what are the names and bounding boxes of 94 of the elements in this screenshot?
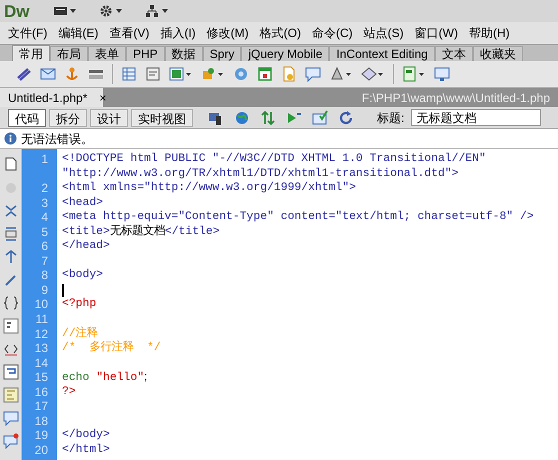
menu-item[interactable]: 文件(F) [8,24,48,42]
settings-icon[interactable] [100,5,122,17]
layout-menu-icon[interactable] [54,6,76,16]
expand-icon[interactable] [2,249,18,265]
insert-tab[interactable]: 表单 [88,46,126,61]
code-line: <html xmlns="http://www.w3.org/1999/xhtml"> [62,181,356,196]
info-icon [4,132,17,145]
menu-item[interactable]: 插入(I) [160,24,196,42]
line-number: 8 [41,268,48,282]
code-line: </body> [62,428,110,443]
speech-bubble-alert-icon[interactable] [2,433,18,449]
code-line: /* 多行注释 */ [62,341,161,356]
code-line: "http://www.w3.org/TR/xhtml1/DTD/xhtml1-transitional.dtd"> [62,166,458,182]
line-number: 17 [34,399,48,414]
title-label: 标题: [377,110,404,126]
line-number: 14 [34,356,48,370]
menu-item[interactable]: 格式(O) [260,24,301,42]
status-message: 无语法错误。 [21,130,93,148]
table-icon[interactable] [121,66,137,82]
view-button[interactable]: 代码 [8,108,46,126]
image-icon[interactable] [169,66,193,82]
insert-tab[interactable]: Spry [202,46,242,61]
code-line: ?> [62,384,76,400]
code-line: <head> [62,196,104,210]
code-line: <?php [62,297,96,312]
menu-item[interactable]: 查看(V) [109,24,150,42]
insert-tab[interactable]: PHP [126,46,165,61]
line-number: 15 [34,370,48,384]
file-path: F:\PHP1\wamp\www\Untitled-1.php [362,90,550,106]
checklist-icon[interactable] [312,110,328,126]
screen-icon[interactable] [434,66,450,82]
hyperlink-icon[interactable] [16,66,32,82]
line-number: 6 [41,239,48,254]
line-number: 4 [41,210,48,224]
view-button[interactable]: 实时视图 [131,108,193,126]
menu-item[interactable]: 窗口(W) [414,24,458,42]
speech-bubble-icon[interactable] [2,410,18,426]
insert-tab[interactable]: InContext Editing [329,46,435,61]
line-number: 9 [41,282,48,297]
code-line: <meta http-equiv="Content-Type" content="text/html; charset=utf-8" /> [62,210,534,224]
insert-tab[interactable]: 布局 [50,46,88,61]
insert-tab[interactable]: 数据 [164,46,203,61]
collapse-selection-icon[interactable] [2,226,18,242]
code-line: //注释 [62,326,98,340]
insert-tab[interactable]: 收藏夹 [472,46,523,61]
title-field[interactable]: 无标题文档 [411,109,542,126]
calendar-icon[interactable] [257,66,273,82]
transfer-arrows-icon[interactable] [260,110,276,126]
menu-item[interactable]: 帮助(H) [468,24,510,42]
insert-tab[interactable]: 文本 [434,46,473,61]
document-title: Untitled-1.php* [8,90,88,106]
line-number: 3 [41,196,48,210]
format-icon[interactable] [2,387,18,403]
view-button[interactable]: 设计 [90,108,128,126]
comment-icon[interactable] [2,318,18,334]
menu-item[interactable]: 修改(M) [206,24,249,42]
braces-icon[interactable] [2,295,18,311]
code-line: </html> [62,442,110,458]
globe-icon[interactable] [234,110,250,126]
media-icon[interactable] [201,66,225,82]
app-logo: Dw [4,2,30,20]
site-tree-icon[interactable] [146,5,168,17]
line-number: 20 [34,442,48,457]
line-number: 18 [34,414,48,428]
line-number: 12 [34,326,48,341]
speech-bubble-icon[interactable] [305,66,321,82]
line-number: 10 [34,297,48,312]
view-button[interactable]: 拆分 [49,108,87,126]
code-line: <title>无标题文档</title> [62,224,220,240]
insert-tab[interactable]: 常用 [12,45,50,61]
menu-item[interactable]: 站点(S) [364,24,404,42]
anchor-icon[interactable] [64,66,80,82]
code-line: <body> [62,268,104,283]
line-number: 1 [41,152,48,166]
refresh-icon[interactable] [338,110,354,126]
line-number: 11 [36,312,48,326]
email-icon[interactable] [40,66,56,82]
menu-item[interactable]: 命令(C) [312,24,353,42]
line-number: 19 [34,428,48,442]
wrap-icon[interactable] [2,364,18,380]
insert-tab[interactable]: jQuery Mobile [241,46,330,61]
document-icon[interactable] [2,157,18,173]
code-line: <!DOCTYPE html PUBLIC "-//W3C//DTD XHTML 1.0 Transitional//EN" [62,152,486,167]
line-number: 2 [41,181,48,196]
line-number: 13 [34,341,48,356]
form-icon[interactable] [145,66,161,82]
document-tab[interactable]: Untitled-1.php* × [0,88,103,107]
menu-item[interactable]: 编辑(E) [58,24,98,42]
template-icon[interactable] [402,66,426,82]
line-number: 5 [41,224,48,239]
line-number: 16 [34,384,48,399]
code-line: echo "hello"; [62,370,148,386]
code-line: </head> [62,239,110,254]
line-number: 7 [41,254,48,268]
